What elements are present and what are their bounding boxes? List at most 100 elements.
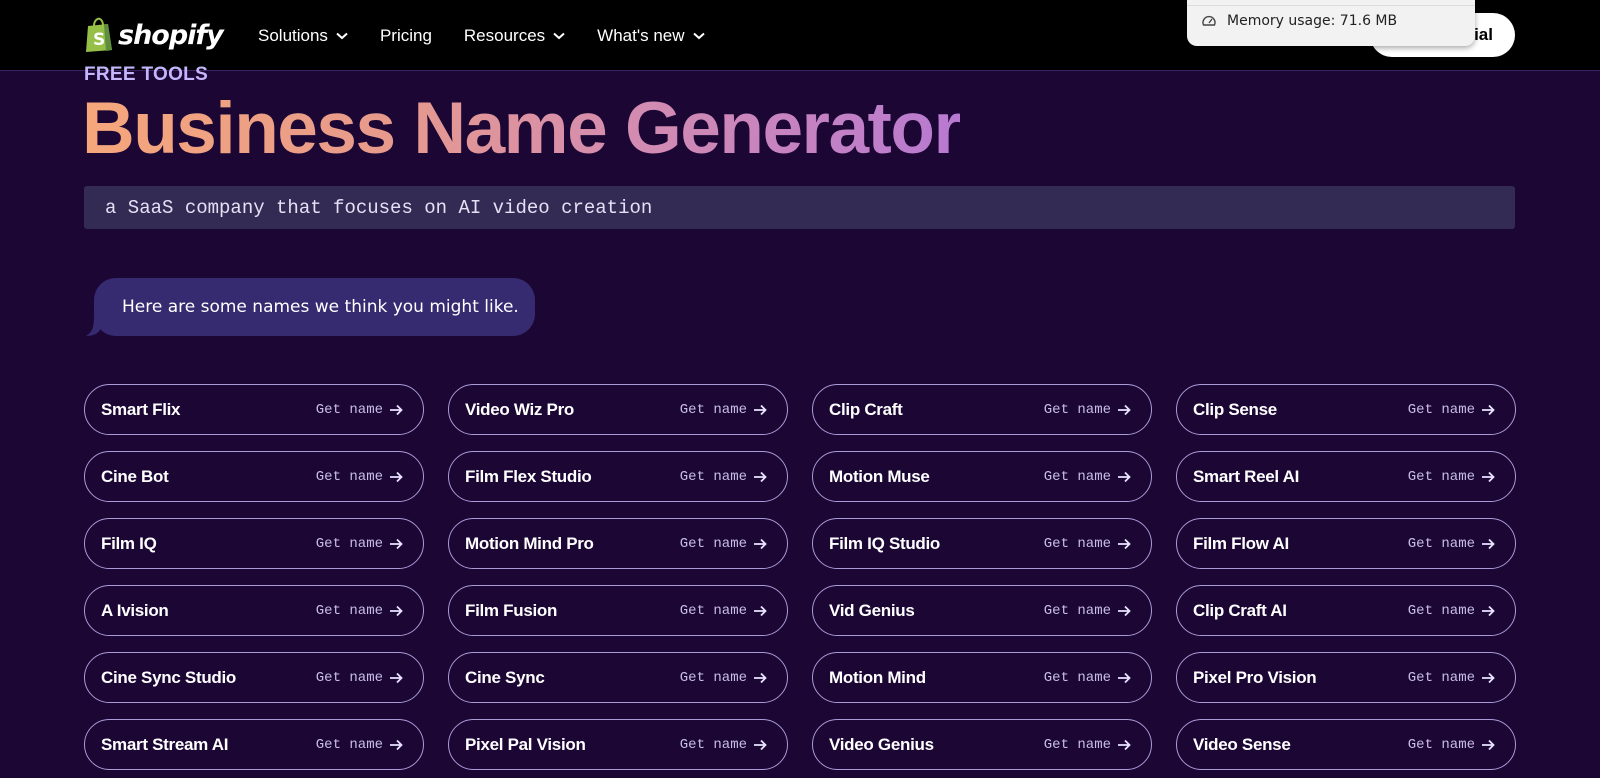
nav-pricing[interactable]: Pricing: [380, 26, 432, 46]
get-name-button[interactable]: Get name: [316, 670, 403, 686]
name-suggestion-chip[interactable]: Cine Sync Studio Get name: [84, 652, 424, 703]
name-suggestion-chip[interactable]: Cine Sync Get name: [448, 652, 788, 703]
get-name-button[interactable]: Get name: [316, 469, 403, 485]
get-name-button[interactable]: Get name: [680, 536, 767, 552]
get-name-button[interactable]: Get name: [680, 670, 767, 686]
suggested-name: Clip Craft AI: [1193, 600, 1287, 620]
get-name-button[interactable]: Get name: [316, 737, 403, 753]
arrow-right-icon: [390, 471, 403, 482]
get-name-label: Get name: [315, 602, 383, 619]
get-name-button[interactable]: Get name: [1408, 670, 1495, 686]
get-name-button[interactable]: Get name: [1044, 536, 1131, 552]
suggested-name: Motion Mind Pro: [465, 533, 594, 553]
popup-divider: [1187, 5, 1475, 6]
name-suggestion-chip[interactable]: Smart Reel AI Get name: [1176, 451, 1516, 502]
arrow-right-icon: [754, 605, 767, 616]
nav-whats-new-label: What's new: [597, 25, 685, 45]
name-suggestion-chip[interactable]: Film Flex Studio Get name: [448, 451, 788, 502]
shopify-logo[interactable]: S shopify: [84, 16, 224, 54]
get-name-label: Get name: [679, 669, 747, 686]
name-suggestion-chip[interactable]: Film IQ Get name: [84, 518, 424, 569]
get-name-button[interactable]: Get name: [1044, 670, 1131, 686]
suggested-name: Clip Sense: [1193, 399, 1277, 419]
name-suggestion-chip[interactable]: A Ivision Get name: [84, 585, 424, 636]
name-suggestion-chip[interactable]: Video Sense Get name: [1176, 719, 1516, 770]
get-name-button[interactable]: Get name: [1044, 737, 1131, 753]
get-name-button[interactable]: Get name: [1408, 737, 1495, 753]
chevron-down-icon: [336, 32, 348, 39]
arrow-right-icon: [1118, 404, 1131, 415]
results-intro-bubble: Here are some names we think you might l…: [94, 278, 535, 336]
arrow-right-icon: [1118, 605, 1131, 616]
get-name-button[interactable]: Get name: [1044, 402, 1131, 418]
get-name-button[interactable]: Get name: [316, 536, 403, 552]
get-name-button[interactable]: Get name: [1408, 402, 1495, 418]
gauge-icon: [1202, 15, 1216, 26]
name-suggestion-chip[interactable]: Motion Muse Get name: [812, 451, 1152, 502]
name-suggestion-chip[interactable]: Video Genius Get name: [812, 719, 1152, 770]
get-name-label: Get name: [1407, 401, 1475, 418]
get-name-button[interactable]: Get name: [1044, 469, 1131, 485]
get-name-label: Get name: [679, 401, 747, 418]
get-name-label: Get name: [315, 736, 383, 753]
arrow-right-icon: [390, 739, 403, 750]
get-name-label: Get name: [1407, 468, 1475, 485]
suggested-name: Cine Bot: [101, 466, 169, 486]
arrow-right-icon: [754, 739, 767, 750]
suggested-name: Video Genius: [829, 734, 934, 754]
get-name-label: Get name: [1407, 535, 1475, 552]
arrow-right-icon: [754, 471, 767, 482]
get-name-label: Get name: [1407, 736, 1475, 753]
get-name-button[interactable]: Get name: [316, 603, 403, 619]
get-name-label: Get name: [679, 535, 747, 552]
name-suggestion-chip[interactable]: Film IQ Studio Get name: [812, 518, 1152, 569]
name-suggestion-chip[interactable]: Motion Mind Pro Get name: [448, 518, 788, 569]
nav-whats-new[interactable]: What's new: [597, 25, 705, 46]
get-name-label: Get name: [1043, 669, 1111, 686]
get-name-button[interactable]: Get name: [680, 603, 767, 619]
eyebrow-label: FREE TOOLS: [84, 64, 209, 85]
prompt-text: a SaaS company that focuses on AI video …: [105, 196, 653, 219]
name-suggestion-chip[interactable]: Pixel Pro Vision Get name: [1176, 652, 1516, 703]
arrow-right-icon: [1118, 471, 1131, 482]
name-suggestion-chip[interactable]: Film Flow AI Get name: [1176, 518, 1516, 569]
nav-resources[interactable]: Resources: [464, 26, 565, 46]
get-name-button[interactable]: Get name: [1044, 603, 1131, 619]
get-name-label: Get name: [1407, 669, 1475, 686]
arrow-right-icon: [1118, 672, 1131, 683]
suggested-name: Motion Mind: [829, 667, 926, 687]
arrow-right-icon: [390, 538, 403, 549]
get-name-button[interactable]: Get name: [680, 469, 767, 485]
name-suggestion-chip[interactable]: Motion Mind Get name: [812, 652, 1152, 703]
suggested-name: Vid Genius: [829, 600, 915, 620]
suggested-name: Film Flex Studio: [465, 466, 592, 486]
arrow-right-icon: [1482, 739, 1495, 750]
name-suggestion-chip[interactable]: Film Fusion Get name: [448, 585, 788, 636]
name-suggestion-chip[interactable]: Smart Flix Get name: [84, 384, 424, 435]
get-name-button[interactable]: Get name: [680, 402, 767, 418]
get-name-button[interactable]: Get name: [1408, 536, 1495, 552]
arrow-right-icon: [1482, 404, 1495, 415]
arrow-right-icon: [390, 404, 403, 415]
name-suggestion-chip[interactable]: Clip Sense Get name: [1176, 384, 1516, 435]
nav-solutions[interactable]: Solutions: [258, 26, 348, 46]
get-name-button[interactable]: Get name: [1408, 603, 1495, 619]
name-suggestion-chip[interactable]: Clip Craft AI Get name: [1176, 585, 1516, 636]
name-suggestion-chip[interactable]: Smart Stream AI Get name: [84, 719, 424, 770]
get-name-button[interactable]: Get name: [1408, 469, 1495, 485]
get-name-button[interactable]: Get name: [316, 402, 403, 418]
get-name-label: Get name: [679, 602, 747, 619]
business-description-input[interactable]: a SaaS company that focuses on AI video …: [84, 186, 1515, 229]
name-suggestion-chip[interactable]: Cine Bot Get name: [84, 451, 424, 502]
name-suggestion-chip[interactable]: Vid Genius Get name: [812, 585, 1152, 636]
name-suggestion-chip[interactable]: Video Wiz Pro Get name: [448, 384, 788, 435]
suggested-name: Film Fusion: [465, 600, 558, 620]
nav-solutions-label: Solutions: [258, 25, 328, 45]
name-suggestion-chip[interactable]: Clip Craft Get name: [812, 384, 1152, 435]
suggested-name: Pixel Pro Vision: [1193, 667, 1317, 687]
results-intro-text: Here are some names we think you might l…: [122, 297, 519, 317]
get-name-label: Get name: [315, 468, 383, 485]
name-suggestion-chip[interactable]: Pixel Pal Vision Get name: [448, 719, 788, 770]
get-name-button[interactable]: Get name: [680, 737, 767, 753]
name-suggestions-grid: Smart Flix Get name Video Wiz Pro Get name C…: [84, 384, 1516, 770]
